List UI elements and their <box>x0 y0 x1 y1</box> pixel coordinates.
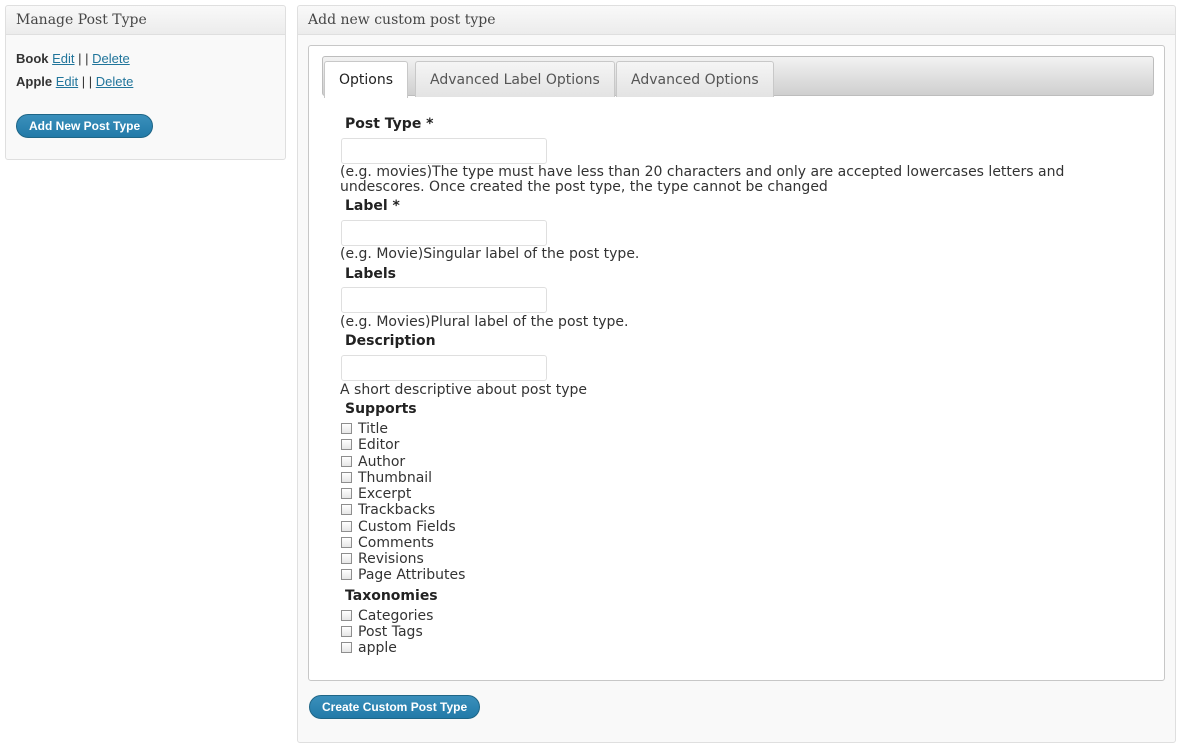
post-type-label: Post Type * <box>345 116 434 132</box>
add-post-type-title: Add new custom post type <box>298 6 1175 35</box>
support-page-attributes[interactable]: Page Attributes <box>341 567 465 583</box>
manage-post-type-panel: Manage Post Type Book Edit | | Delete Ap… <box>5 5 286 160</box>
checkbox[interactable] <box>341 488 352 499</box>
label-input[interactable] <box>341 220 547 246</box>
checkbox-label: Page Attributes <box>358 567 466 583</box>
checkbox[interactable] <box>341 504 352 515</box>
support-trackbacks[interactable]: Trackbacks <box>341 502 435 518</box>
tab-options[interactable]: Options <box>324 61 409 98</box>
label-label: Label * <box>345 198 400 214</box>
checkbox[interactable] <box>341 642 352 653</box>
delete-apple-link[interactable]: Delete <box>96 74 134 89</box>
create-custom-post-type-button[interactable]: Create Custom Post Type <box>309 695 481 719</box>
add-post-type-panel: Add new custom post type Options Advance… <box>297 5 1176 743</box>
edit-book-link[interactable]: Edit <box>52 51 74 66</box>
tab-advanced-label-options[interactable]: Advanced Label Options <box>415 61 615 97</box>
checkbox-label: Author <box>358 454 406 470</box>
tab-advanced-options[interactable]: Advanced Options <box>616 61 774 97</box>
checkbox-label: Editor <box>358 437 400 453</box>
checkbox[interactable] <box>341 456 352 467</box>
checkbox-label: Categories <box>358 608 434 624</box>
support-author[interactable]: Author <box>341 454 405 470</box>
manage-post-type-title: Manage Post Type <box>6 6 285 35</box>
edit-apple-link[interactable]: Edit <box>56 74 78 89</box>
checkbox-label: apple <box>358 640 397 656</box>
options-form: Options Advanced Label Options Advanced … <box>308 45 1165 681</box>
post-type-row-book: Book Edit | | Delete <box>16 51 130 66</box>
description-hint: A short descriptive about post type <box>340 382 588 398</box>
post-type-hint: (e.g. movies)The type must have less tha… <box>340 164 1065 195</box>
post-type-input[interactable] <box>341 138 547 164</box>
post-type-name: Apple <box>16 74 53 89</box>
support-editor[interactable]: Editor <box>341 437 399 453</box>
post-type-name: Book <box>16 51 49 66</box>
checkbox-label: Comments <box>358 535 434 551</box>
support-title[interactable]: Title <box>341 421 388 437</box>
checkbox-label: Custom Fields <box>358 519 456 535</box>
checkbox[interactable] <box>341 423 352 434</box>
description-label: Description <box>345 333 436 349</box>
taxonomy-apple[interactable]: apple <box>341 640 397 656</box>
checkbox-label: Thumbnail <box>358 470 433 486</box>
checkbox[interactable] <box>341 472 352 483</box>
checkbox[interactable] <box>341 521 352 532</box>
checkbox[interactable] <box>341 439 352 450</box>
labels-label: Labels <box>345 266 397 282</box>
taxonomy-categories[interactable]: Categories <box>341 608 433 624</box>
description-input[interactable] <box>341 355 547 381</box>
tab-bar: Options Advanced Label Options Advanced … <box>322 56 1154 98</box>
post-type-row-apple: Apple Edit | | Delete <box>16 74 133 89</box>
checkbox-label: Title <box>358 421 389 437</box>
separator: | | <box>81 74 93 89</box>
labels-input[interactable] <box>341 287 547 313</box>
support-excerpt[interactable]: Excerpt <box>341 486 411 502</box>
delete-book-link[interactable]: Delete <box>92 51 130 66</box>
checkbox-label: Revisions <box>358 551 424 567</box>
checkbox-label: Trackbacks <box>358 502 436 518</box>
add-new-post-type-button[interactable]: Add New Post Type <box>16 114 154 138</box>
support-thumbnail[interactable]: Thumbnail <box>341 470 432 486</box>
taxonomy-post-tags[interactable]: Post Tags <box>341 624 423 640</box>
separator: | | <box>78 51 89 66</box>
checkbox[interactable] <box>341 569 352 580</box>
label-hint: (e.g. Movie)Singular label of the post t… <box>340 246 640 262</box>
supports-label: Supports <box>345 401 417 417</box>
support-revisions[interactable]: Revisions <box>341 551 424 567</box>
taxonomies-label: Taxonomies <box>345 588 438 604</box>
checkbox[interactable] <box>341 610 352 621</box>
checkbox-label: Excerpt <box>358 486 412 502</box>
checkbox[interactable] <box>341 537 352 548</box>
checkbox[interactable] <box>341 553 352 564</box>
checkbox[interactable] <box>341 626 352 637</box>
support-comments[interactable]: Comments <box>341 535 434 551</box>
support-custom-fields[interactable]: Custom Fields <box>341 519 456 535</box>
checkbox-label: Post Tags <box>358 624 423 640</box>
labels-hint: (e.g. Movies)Plural label of the post ty… <box>340 314 629 330</box>
